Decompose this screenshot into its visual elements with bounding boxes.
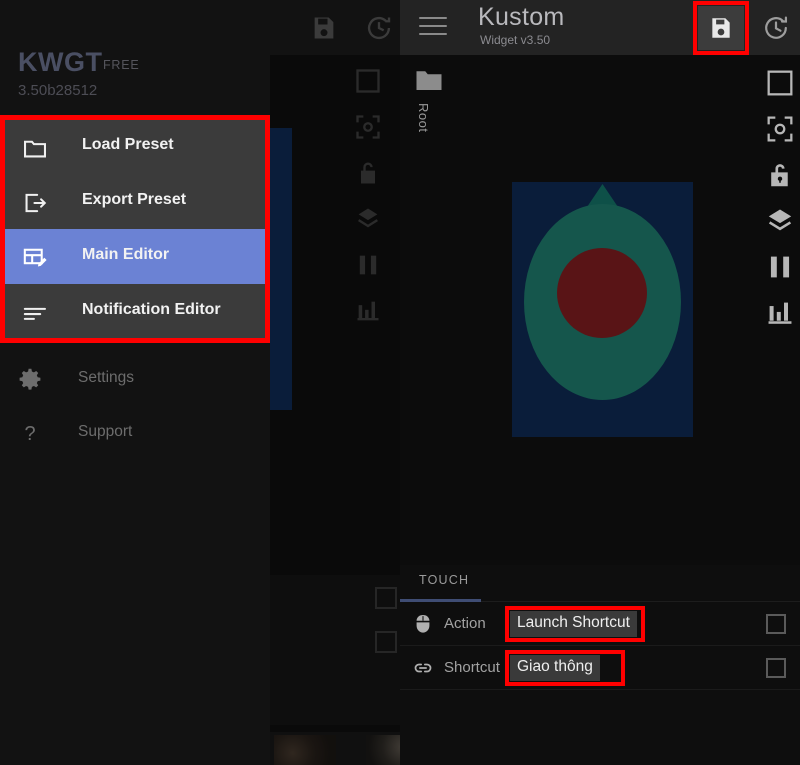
pause-icon[interactable] — [764, 251, 796, 283]
sidebar-item-notification-editor[interactable]: Notification Editor — [4, 284, 266, 339]
camera-focus-icon[interactable] — [764, 113, 796, 145]
sidebar-item-main-editor[interactable]: Main Editor — [4, 229, 266, 284]
mouse-icon — [412, 613, 434, 635]
preview-center-shape — [557, 248, 647, 338]
sidebar-item-load-preset[interactable]: Load Preset — [4, 119, 266, 174]
history-clock-icon[interactable] — [762, 14, 790, 42]
dimmed-widget-preview — [270, 128, 294, 410]
app-subtitle: Widget v3.50 — [480, 33, 551, 47]
topbar: Kustom Widget v3.50 — [400, 0, 800, 55]
action-checkbox[interactable] — [766, 614, 786, 634]
widget-preview[interactable] — [512, 182, 693, 437]
sidebar-item-settings[interactable]: Settings — [0, 350, 270, 406]
row-label-action: Action — [444, 615, 486, 632]
breadcrumb-label: Root — [416, 103, 431, 133]
drawer-menu-group: Load Preset Export Preset Main Editor No… — [4, 119, 266, 339]
tab-touch[interactable]: TOUCH — [419, 573, 469, 587]
shortcut-checkbox[interactable] — [766, 658, 786, 678]
sidebar-item-label: Settings — [78, 369, 135, 386]
sidebar-item-label: Notification Editor — [82, 301, 221, 318]
gear-icon — [18, 367, 42, 391]
navigation-drawer: KWGT FREE 3.50b28512 Load Preset Export … — [0, 0, 270, 765]
link-chain-icon — [412, 657, 434, 679]
app-screenshot: Kustom Widget v3.50 Root TOUCH Action La… — [0, 0, 800, 765]
brand-tier-badge: FREE — [103, 58, 140, 72]
bars-chart-icon[interactable] — [764, 297, 796, 329]
notification-lines-icon — [22, 300, 46, 324]
shortcut-value[interactable]: Giao thông — [510, 655, 600, 681]
folder-icon — [22, 135, 46, 159]
dimmed-icon-rail — [340, 55, 400, 575]
app-version: 3.50b28512 — [18, 82, 98, 99]
sidebar-item-label: Support — [78, 423, 133, 440]
thumbnail-image — [274, 735, 336, 765]
dimmed-checkbox — [375, 587, 397, 609]
sidebar-item-label: Load Preset — [82, 136, 174, 153]
svg-text:?: ? — [24, 423, 35, 445]
dimmed-checkbox — [375, 631, 397, 653]
brand-name: KWGT — [18, 47, 103, 77]
sidebar-item-label: Export Preset — [82, 191, 187, 208]
table-row[interactable]: Action Launch Shortcut — [400, 602, 800, 646]
editor-canvas: Root — [400, 55, 800, 565]
page-title: Kustom — [478, 3, 565, 31]
drawer-header: KWGT FREE 3.50b28512 — [0, 0, 270, 110]
dimmed-history-icon — [365, 14, 393, 42]
unlock-icon[interactable] — [764, 159, 796, 191]
table-row[interactable]: Shortcut Giao thông — [400, 646, 800, 690]
breadcrumb[interactable] — [414, 65, 448, 95]
grid-edit-icon — [22, 245, 47, 269]
sidebar-item-export-preset[interactable]: Export Preset — [4, 174, 266, 229]
tab-bar: TOUCH — [400, 565, 800, 602]
sidebar-item-label: Main Editor — [82, 246, 170, 263]
background-square-icon[interactable] — [764, 67, 796, 99]
touch-settings-panel: TOUCH Action Launch Shortcut Shortcut Gi… — [400, 565, 800, 765]
dimmed-save-icon — [310, 14, 338, 42]
export-icon — [22, 190, 47, 214]
row-label-shortcut: Shortcut — [444, 659, 500, 676]
editor-tool-rail — [760, 55, 800, 565]
action-value[interactable]: Launch Shortcut — [510, 611, 637, 637]
hamburger-icon[interactable] — [419, 17, 447, 37]
layers-icon[interactable] — [764, 205, 796, 237]
editor-panel: Kustom Widget v3.50 Root TOUCH Action La… — [400, 0, 800, 765]
question-mark-icon: ? — [18, 421, 42, 445]
save-button[interactable] — [698, 6, 744, 50]
sidebar-item-support[interactable]: ? Support — [0, 404, 270, 460]
